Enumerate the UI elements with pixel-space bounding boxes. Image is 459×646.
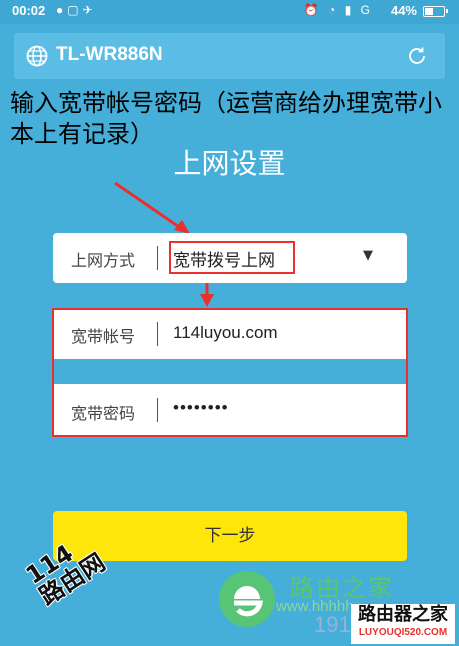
watermark-logo-icon	[216, 568, 278, 634]
watermark-number: 191	[314, 612, 351, 637]
annotation-arrow-1	[114, 181, 183, 231]
watermark-corner-url: LUYOUQI520.COM	[358, 627, 448, 638]
annotation-arrowhead-1	[174, 220, 190, 234]
next-button[interactable]: 下一步	[53, 511, 407, 561]
watermark-corner: 路由器之家 LUYOUQI520.COM	[351, 604, 455, 644]
annotation-arrowhead-2	[200, 294, 214, 307]
dropdown-arrow-icon: ▼	[363, 248, 373, 263]
field-divider	[157, 246, 158, 270]
highlight-box-credentials	[52, 308, 408, 437]
highlight-box-select	[169, 241, 295, 274]
watermark-corner-title: 路由器之家	[358, 604, 448, 625]
connection-type-label: 上网方式	[71, 251, 136, 270]
